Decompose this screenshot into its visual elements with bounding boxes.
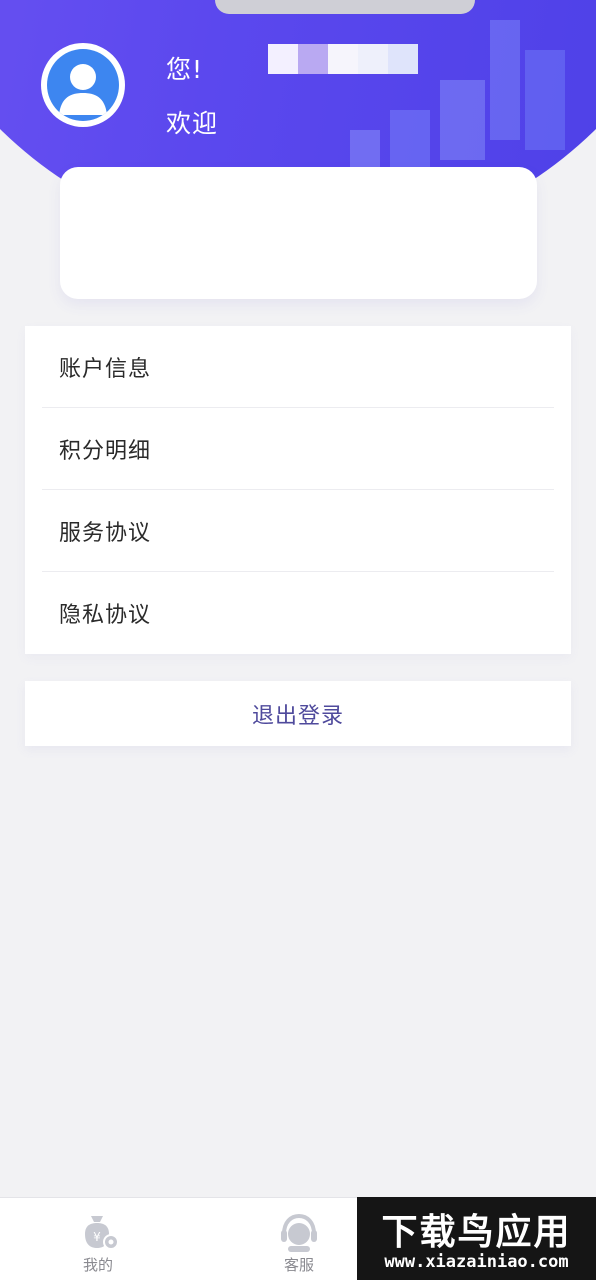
account-summary-card	[60, 167, 537, 299]
avatar[interactable]	[41, 43, 125, 127]
site-watermark: 下载鸟应用 www.xiazainiao.com	[357, 1197, 596, 1280]
menu-item-label: 账户信息	[59, 356, 152, 382]
menu-item-privacy-agreement[interactable]: 隐私协议	[42, 572, 554, 654]
watermark-url: www.xiazainiao.com	[384, 1252, 569, 1272]
city-illustration-icon	[350, 20, 565, 170]
menu-item-label: 服务协议	[59, 520, 152, 546]
greeting-line-2: 欢迎	[166, 109, 219, 138]
user-avatar-icon	[47, 49, 119, 121]
watermark-title: 下载鸟应用	[381, 1212, 572, 1253]
menu-item-points-detail[interactable]: 积分明细	[42, 408, 554, 490]
tab-customer-service[interactable]: 客服	[244, 1198, 354, 1280]
money-bag-icon: ¥	[85, 1216, 119, 1250]
menu-item-service-agreement[interactable]: 服务协议	[42, 490, 554, 572]
settings-menu: 账户信息 积分明细 服务协议 隐私协议	[25, 326, 571, 654]
svg-text:¥: ¥	[93, 1230, 101, 1244]
tab-label: 我的	[82, 1256, 113, 1274]
logout-button[interactable]: 退出登录	[25, 681, 571, 746]
headset-icon	[281, 1213, 317, 1252]
tab-mine[interactable]: ¥ 我的	[43, 1198, 153, 1280]
menu-item-label: 积分明细	[59, 438, 152, 464]
redacted-username	[268, 44, 418, 74]
tab-label: 客服	[283, 1256, 314, 1274]
logout-label: 退出登录	[251, 703, 344, 729]
status-notch	[215, 0, 475, 14]
menu-item-account-info[interactable]: 账户信息	[42, 326, 554, 408]
menu-item-label: 隐私协议	[59, 603, 152, 628]
greeting-line-1: 您!	[166, 55, 204, 84]
